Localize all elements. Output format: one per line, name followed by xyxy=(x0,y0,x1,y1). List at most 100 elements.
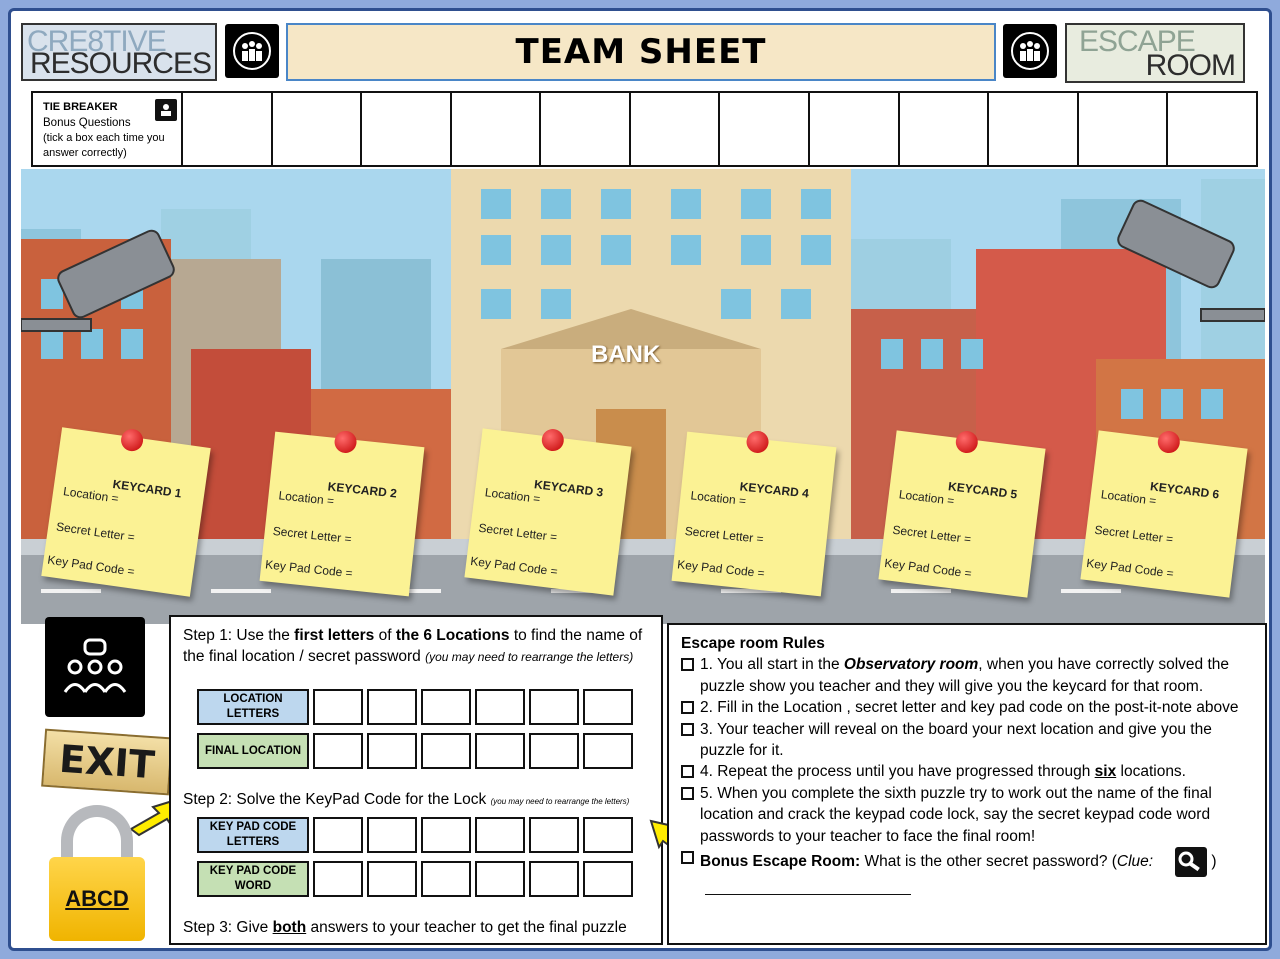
exit-sign: EXIT xyxy=(41,728,173,796)
secret-letter-label: Secret Letter = xyxy=(684,523,765,547)
key-icon xyxy=(1175,847,1208,878)
letter-box[interactable] xyxy=(367,689,417,725)
letter-box[interactable] xyxy=(529,861,579,897)
keycard-title: KEYCARD 5 xyxy=(947,479,1018,502)
exit-label: EXIT xyxy=(57,736,157,788)
city-scene: BANK KEYCARD 1 Location = Secret Letter … xyxy=(21,169,1265,624)
letter-box[interactable] xyxy=(583,733,633,769)
location-label: Location = xyxy=(484,485,542,506)
letter-box[interactable] xyxy=(475,817,525,853)
letter-box[interactable] xyxy=(421,689,471,725)
location-letters-row: LOCATION LETTERS xyxy=(197,689,633,725)
final-location-label: FINAL LOCATION xyxy=(197,733,309,769)
keycard-note-6: KEYCARD 6 Location = Secret Letter = Key… xyxy=(1080,429,1248,598)
team-sheet: CRE8TIVE RESOURCES TEAM SHEET ESCAPE ROO… xyxy=(8,8,1272,951)
bonus-tick-box[interactable] xyxy=(183,93,273,165)
keycard-title: KEYCARD 3 xyxy=(533,477,604,500)
letter-box[interactable] xyxy=(583,817,633,853)
logo-line2: ROOM xyxy=(1145,49,1236,82)
bonus-tick-box[interactable] xyxy=(810,93,900,165)
rule-checkbox[interactable] xyxy=(681,765,694,779)
letter-box[interactable] xyxy=(475,689,525,725)
bonus-tick-box[interactable] xyxy=(989,93,1079,165)
team-small-icon xyxy=(155,99,177,121)
rule-checkbox[interactable] xyxy=(681,786,694,800)
keypad-letters-row: KEY PAD CODE LETTERS xyxy=(197,817,633,853)
bonus-tick-box[interactable] xyxy=(541,93,631,165)
tie-breaker-table: TIE BREAKER Bonus Questions (tick a box … xyxy=(31,91,1258,167)
key-pad-code-label: Key Pad Code = xyxy=(676,557,766,581)
location-label: Location = xyxy=(62,484,120,506)
tie-breaker-title: TIE BREAKER xyxy=(43,101,118,113)
lock-code: ABCD xyxy=(65,886,129,911)
keypad-word-row: KEY PAD CODE WORD xyxy=(197,861,633,897)
letter-box[interactable] xyxy=(583,689,633,725)
key-pad-code-label: Key Pad Code = xyxy=(1085,555,1175,581)
bonus-tick-box[interactable] xyxy=(1079,93,1169,165)
secret-letter-label: Secret Letter = xyxy=(55,519,136,545)
escape-room-logo: ESCAPE ROOM xyxy=(1065,23,1245,83)
bonus-tick-box[interactable] xyxy=(1168,93,1256,165)
rule-checkbox[interactable] xyxy=(681,851,694,865)
letter-box[interactable] xyxy=(421,733,471,769)
letter-box[interactable] xyxy=(313,817,363,853)
bonus-tick-box[interactable] xyxy=(720,93,811,165)
rule-5: 5. When you complete the sixth puzzle tr… xyxy=(681,783,1253,847)
bonus-tick-box[interactable] xyxy=(362,93,452,165)
letter-box[interactable] xyxy=(367,817,417,853)
letter-box[interactable] xyxy=(475,861,525,897)
letter-box[interactable] xyxy=(313,689,363,725)
letter-box[interactable] xyxy=(421,861,471,897)
keycard-note-1: KEYCARD 1 Location = Secret Letter = Key… xyxy=(41,427,211,597)
keycard-title: KEYCARD 2 xyxy=(327,479,398,501)
key-pad-code-label: Key Pad Code = xyxy=(46,552,136,579)
rules-title: Escape room Rules xyxy=(681,635,825,652)
letter-box[interactable] xyxy=(367,733,417,769)
bonus-tick-box[interactable] xyxy=(273,93,363,165)
secret-letter-label: Secret Letter = xyxy=(477,520,558,545)
letter-box[interactable] xyxy=(313,861,363,897)
keypad-word-label: KEY PAD CODE WORD xyxy=(197,861,309,897)
answer-line[interactable] xyxy=(705,881,911,896)
secret-letter-label: Secret Letter = xyxy=(272,523,353,547)
rule-checkbox[interactable] xyxy=(681,722,694,736)
keypad-letters-label: KEY PAD CODE LETTERS xyxy=(197,817,309,853)
team-icon xyxy=(225,24,279,78)
key-pad-code-label: Key Pad Code = xyxy=(264,557,354,581)
step3-text: Step 3: Give both answers to your teache… xyxy=(183,919,627,936)
team-icon xyxy=(1003,24,1057,78)
keycard-title: KEYCARD 1 xyxy=(111,476,183,501)
bonus-tick-box[interactable] xyxy=(631,93,721,165)
location-label: Location = xyxy=(1100,487,1158,508)
rule-1: 1. You all start in the Observatory room… xyxy=(681,654,1253,697)
letter-box[interactable] xyxy=(421,817,471,853)
letter-box[interactable] xyxy=(529,817,579,853)
city-illustration xyxy=(21,169,1265,624)
bonus-tick-box[interactable] xyxy=(900,93,990,165)
keycard-note-2: KEYCARD 2 Location = Secret Letter = Key… xyxy=(259,429,425,597)
letter-box[interactable] xyxy=(313,733,363,769)
final-location-row: FINAL LOCATION xyxy=(197,733,633,769)
rule-checkbox[interactable] xyxy=(681,701,694,715)
letter-box[interactable] xyxy=(529,689,579,725)
keycard-note-4: KEYCARD 4 Location = Secret Letter = Key… xyxy=(671,429,837,597)
location-label: Location = xyxy=(898,487,956,508)
letter-box[interactable] xyxy=(529,733,579,769)
letter-box[interactable] xyxy=(583,861,633,897)
secret-letter-label: Secret Letter = xyxy=(891,522,972,547)
page-title: TEAM SHEET xyxy=(286,23,996,81)
bonus-rule: Bonus Escape Room: What is the other sec… xyxy=(681,847,1253,878)
bonus-tick-box[interactable] xyxy=(452,93,542,165)
step1-text: Step 1: Use the first letters of the 6 L… xyxy=(183,627,643,665)
rule-checkbox[interactable] xyxy=(681,658,694,672)
logo-line2: RESOURCES xyxy=(29,47,212,80)
steps-panel: Step 1: Use the first letters of the 6 L… xyxy=(169,615,663,945)
tie-breaker-label: TIE BREAKER Bonus Questions (tick a box … xyxy=(33,93,183,165)
bank-sign: BANK xyxy=(591,341,661,368)
key-pad-code-label: Key Pad Code = xyxy=(883,555,973,581)
letter-box[interactable] xyxy=(475,733,525,769)
secret-letter-label: Secret Letter = xyxy=(1093,522,1174,547)
rule-4: 4. Repeat the process until you have pro… xyxy=(681,761,1253,782)
cre8tive-resources-logo: CRE8TIVE RESOURCES xyxy=(21,23,217,81)
letter-box[interactable] xyxy=(367,861,417,897)
